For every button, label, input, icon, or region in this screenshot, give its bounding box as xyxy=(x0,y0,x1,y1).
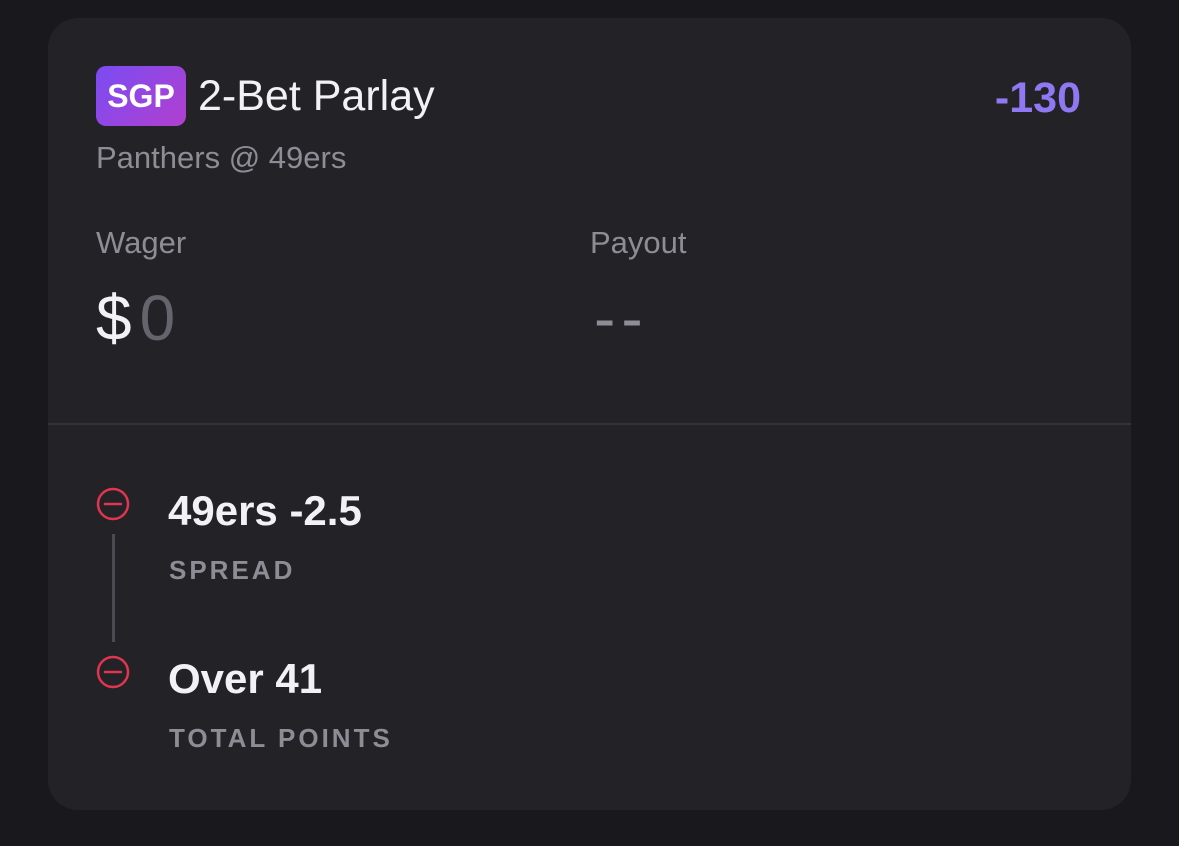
remove-circle-icon[interactable] xyxy=(96,655,130,689)
wager-label: Wager xyxy=(96,225,187,260)
leg-selection: 49ers -2.5 xyxy=(168,487,362,534)
sgp-badge: SGP xyxy=(96,66,186,126)
bet-header: SGP 2-Bet Parlay -130 xyxy=(96,66,1081,128)
remove-circle-icon[interactable] xyxy=(96,487,130,521)
bet-odds: -130 xyxy=(994,74,1081,122)
leg-connector-line xyxy=(112,534,115,642)
matchup-label: Panthers @ 49ers xyxy=(96,140,347,175)
bet-title: 2-Bet Parlay xyxy=(198,72,435,120)
payout-label: Payout xyxy=(590,225,687,260)
bet-slip-card: SGP 2-Bet Parlay -130 Panthers @ 49ers W… xyxy=(48,18,1131,810)
payout-value: -- xyxy=(594,282,649,354)
divider xyxy=(48,423,1131,425)
wager-input-field[interactable]: $0 xyxy=(96,280,175,356)
wager-amount[interactable]: 0 xyxy=(140,282,176,354)
leg-market-type: TOTAL POINTS xyxy=(169,723,393,753)
currency-symbol: $ xyxy=(96,282,132,354)
leg-market-type: SPREAD xyxy=(169,555,296,585)
leg-selection: Over 41 xyxy=(168,655,323,702)
